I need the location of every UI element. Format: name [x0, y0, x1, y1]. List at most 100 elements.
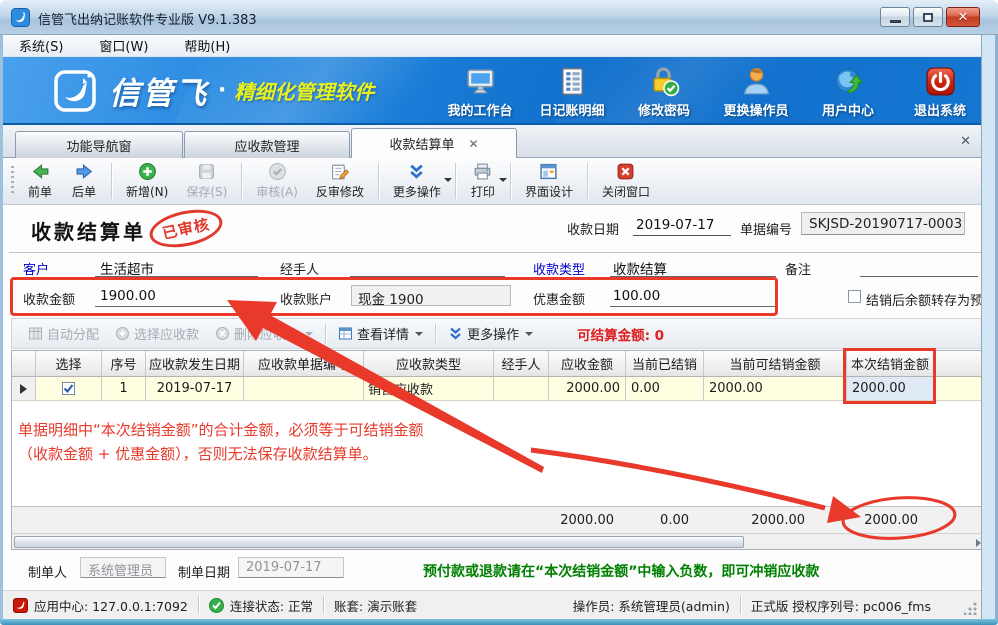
- menu-item-window[interactable]: 窗口(W): [95, 35, 152, 56]
- next-arrow-icon: [75, 162, 94, 181]
- dropdown-arrow-icon: [499, 178, 507, 182]
- transfer-balance-checkbox[interactable]: [848, 290, 861, 303]
- banner-nav: 我的工作台 日记账明细 修改密码: [437, 63, 983, 123]
- detail-toolbar: 自动分配 选择应收款 删除应收款 查看详情 更多操作: [11, 318, 985, 349]
- prev-doc-button[interactable]: 前单: [18, 160, 62, 202]
- select-receivable-button[interactable]: 选择应收款: [107, 322, 207, 345]
- receipt-date-label: 收款日期: [567, 219, 619, 238]
- select-receivable-icon: [115, 326, 130, 341]
- detail-more-actions-button[interactable]: 更多操作: [440, 322, 541, 345]
- scrollbar-thumb[interactable]: [14, 536, 744, 548]
- row-current-cell[interactable]: 2000.00: [847, 377, 934, 401]
- grid-header-available[interactable]: 当前可结销金额: [704, 351, 847, 377]
- account-field[interactable]: 现金 1900: [351, 285, 511, 306]
- grid-header-current[interactable]: 本次结销金额: [847, 351, 934, 377]
- status-account-set: 账套: 演示账套: [324, 596, 427, 615]
- next-doc-button[interactable]: 后单: [62, 160, 106, 202]
- app-center-logo-icon: [13, 598, 28, 613]
- auto-assign-button[interactable]: 自动分配: [20, 322, 107, 345]
- receipt-type-underline: [610, 276, 776, 277]
- more-actions-button[interactable]: 更多操作: [384, 160, 450, 202]
- more-chevrons-icon: [448, 326, 463, 341]
- grid-header-settled[interactable]: 当前已结销: [626, 351, 704, 377]
- add-icon: [138, 162, 157, 181]
- grid-data-row[interactable]: 1 2019-07-17 销售应收款 2000.00 0.00 2000.00 …: [12, 377, 984, 401]
- minimize-button[interactable]: [880, 7, 910, 27]
- tab-function-nav[interactable]: 功能导航窗: [15, 131, 183, 158]
- tab-receivable-mgmt[interactable]: 应收款管理: [184, 131, 350, 158]
- tab-payment-settlement[interactable]: 收款结算单 ✕: [351, 128, 517, 158]
- toolbar-separator: [435, 324, 436, 344]
- row-amount-cell: 2000.00: [549, 377, 626, 401]
- window-controls: ✕: [880, 7, 980, 27]
- banner-button-journal[interactable]: 日记账明细: [529, 63, 615, 123]
- audit-icon: [268, 162, 287, 181]
- close-window-button[interactable]: 关闭窗口: [593, 160, 659, 202]
- banner-button-exit[interactable]: 退出系统: [897, 63, 983, 123]
- maximize-button[interactable]: [913, 7, 943, 27]
- connection-ok-icon: [209, 598, 224, 613]
- grid-header-select[interactable]: 选择: [36, 351, 102, 377]
- ui-design-button[interactable]: 界面设计: [516, 160, 582, 202]
- close-button[interactable]: ✕: [946, 7, 980, 27]
- window-title: 信管飞出纳记账软件专业版 V9.1.383: [38, 9, 257, 28]
- banner-button-switch-user[interactable]: 更换操作员: [713, 63, 799, 123]
- grid-header-agent[interactable]: 经手人: [494, 351, 549, 377]
- save-button[interactable]: 保存(S): [177, 160, 236, 202]
- close-window-icon: [616, 162, 635, 181]
- grid-header-type[interactable]: 应收款类型: [364, 351, 494, 377]
- grid-header-seq[interactable]: 序号: [102, 351, 146, 377]
- grid-header-doc-no[interactable]: 应收款单据编号: [244, 351, 364, 377]
- menu-item-system[interactable]: 系统(S): [15, 35, 67, 56]
- doc-title: 收款结算单: [31, 216, 146, 245]
- print-button[interactable]: 打印: [461, 160, 505, 202]
- unaudit-button[interactable]: 反审修改: [307, 160, 373, 202]
- toolbar-separator: [111, 163, 112, 199]
- window-border-bottom: [0, 619, 998, 625]
- settleable-amount: 可结算金额: 0: [577, 324, 664, 344]
- row-type-cell: 销售应收款: [364, 377, 494, 401]
- horizontal-scrollbar[interactable]: [12, 533, 984, 550]
- status-app-center: 应用中心: 127.0.0.1:7092: [3, 596, 198, 615]
- receipt-amount-underline: [95, 306, 258, 307]
- audit-button[interactable]: 审核(A): [247, 160, 307, 202]
- view-detail-button[interactable]: 查看详情: [330, 322, 431, 345]
- row-marker-icon: [20, 384, 27, 394]
- remark-label: 备注: [785, 259, 811, 278]
- resize-grip-icon[interactable]: [964, 602, 977, 615]
- customer-field[interactable]: 生活超市: [100, 258, 154, 278]
- row-select-cell[interactable]: [36, 377, 102, 401]
- negative-amount-hint: 预付款或退款请在“本次结销金额”中输入负数，即可冲销应收款: [423, 561, 819, 581]
- discount-field[interactable]: 100.00: [613, 288, 660, 304]
- footer-row: 制单人 系统管理员 制单日期 2019-07-17 预付款或退款请在“本次结销金…: [3, 553, 981, 585]
- receipt-amount-field[interactable]: 1900.00: [100, 288, 156, 304]
- add-button[interactable]: 新增(N): [117, 160, 177, 202]
- banner-button-user-center[interactable]: 用户中心: [805, 63, 891, 123]
- row-checkbox[interactable]: [62, 382, 75, 395]
- discount-label: 优惠金额: [533, 289, 585, 308]
- close-icon: ✕: [958, 10, 969, 25]
- grid-header-date[interactable]: 应收款发生日期: [146, 351, 244, 377]
- journal-icon: [557, 66, 588, 97]
- grid-header-amount[interactable]: 应收金额: [549, 351, 626, 377]
- status-license: 正式版 授权序列号: pc006_fms: [741, 596, 941, 615]
- receipt-date-field[interactable]: 2019-07-17: [633, 211, 731, 236]
- dropdown-arrow-icon: [525, 332, 533, 336]
- power-exit-icon: [925, 66, 956, 97]
- view-detail-icon: [338, 326, 353, 341]
- delete-receivable-icon: [215, 326, 230, 341]
- delete-receivable-button[interactable]: 删除应收款: [207, 322, 321, 345]
- tab-close-icon[interactable]: ✕: [468, 137, 478, 151]
- tabbar: 功能导航窗 应收款管理 收款结算单 ✕ ✕: [3, 125, 981, 158]
- tabstrip-close-icon[interactable]: ✕: [960, 134, 971, 149]
- window-border-right: [981, 35, 998, 619]
- agent-underline: [350, 276, 505, 277]
- menu-item-help[interactable]: 帮助(H): [180, 35, 234, 56]
- banner-button-password[interactable]: 修改密码: [621, 63, 707, 123]
- banner-button-workstation[interactable]: 我的工作台: [437, 63, 523, 123]
- header-divider: [9, 252, 981, 253]
- receipt-amount-label: 收款金额: [23, 289, 75, 308]
- remark-underline: [860, 276, 978, 277]
- receipt-type-field[interactable]: 收款结算: [613, 258, 667, 278]
- save-icon: [197, 162, 216, 181]
